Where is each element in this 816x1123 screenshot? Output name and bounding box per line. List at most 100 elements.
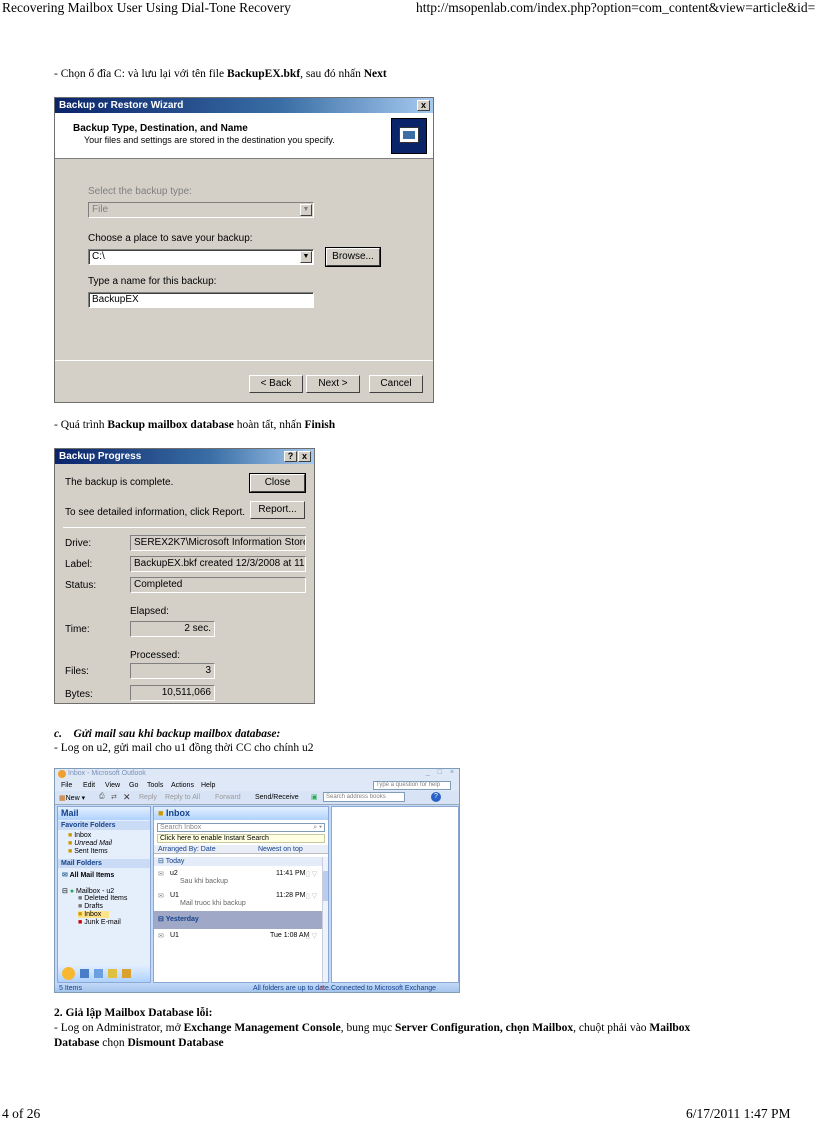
message-time: 11:41 PM bbox=[276, 870, 306, 877]
reply-all-button[interactable]: Reply to All bbox=[165, 794, 200, 801]
status-label: Status: bbox=[65, 580, 97, 591]
fav-unread-mail[interactable]: ■ Unread Mail bbox=[68, 840, 112, 847]
folders-icon[interactable] bbox=[122, 969, 131, 978]
message-row[interactable]: ✉ U1 Tue 1:08 AM ▯ ▽ bbox=[158, 931, 320, 949]
search-inbox-input[interactable]: Search Inbox ⌕ ▾ bbox=[157, 823, 325, 832]
instruction-send-mail: - Log on u2, gửi mail cho u1 đồng thời C… bbox=[54, 742, 314, 754]
help-icon[interactable]: ? bbox=[284, 451, 297, 462]
mail-nav-icon[interactable] bbox=[62, 967, 75, 980]
backup-wizard-icon bbox=[391, 118, 427, 154]
list-scrollbar[interactable] bbox=[322, 857, 328, 982]
wizard-heading: Backup Type, Destination, and Name bbox=[73, 123, 248, 134]
instant-search-banner[interactable]: Click here to enable Instant Search bbox=[157, 834, 325, 843]
wizard-subheading: Your files and settings are stored in th… bbox=[84, 135, 335, 145]
menu-go[interactable]: Go bbox=[129, 782, 138, 789]
all-mail-items[interactable]: ✉ All Mail Items bbox=[62, 871, 114, 879]
folder-drafts[interactable]: ■ Drafts bbox=[78, 903, 103, 910]
bytes-value: 10,511,066 bbox=[130, 685, 215, 701]
status-connection[interactable]: Connected to Microsoft Exchange bbox=[331, 983, 436, 992]
flag-icon[interactable]: ▯ ▽ bbox=[306, 932, 317, 940]
menu-view[interactable]: View bbox=[105, 782, 120, 789]
search-address-input[interactable]: Search address books bbox=[323, 792, 405, 802]
next-button[interactable]: Next > bbox=[306, 375, 360, 393]
flag-icon[interactable]: ▯ ▽ bbox=[306, 892, 317, 900]
inbox-pane: ■ Inbox Search Inbox ⌕ ▾ Click here to en… bbox=[153, 806, 329, 983]
mail-nav-title: Mail bbox=[58, 807, 150, 820]
fav-sent-items[interactable]: ■ Sent Items bbox=[68, 848, 108, 855]
message-row[interactable]: ✉ U1 11:28 PM ▯ ▽ Mail truoc khi backup bbox=[158, 891, 320, 909]
close-button[interactable]: Close bbox=[249, 473, 306, 493]
outlook-app-icon bbox=[58, 770, 66, 778]
label-value: BackupEX.bkf created 12/3/2008 at 11:37 … bbox=[130, 556, 306, 572]
browse-button[interactable]: Browse... bbox=[325, 247, 381, 267]
message-row[interactable]: ✉ u2 11:41 PM ▯ ▽ Sau khi backup bbox=[158, 869, 320, 887]
backup-place-select[interactable]: C:\ ▼ bbox=[88, 249, 314, 265]
close-icon[interactable]: x bbox=[417, 100, 430, 111]
cancel-button[interactable]: Cancel bbox=[369, 375, 423, 393]
group-yesterday[interactable]: ⊟ Yesterday bbox=[154, 911, 322, 929]
page-header-url: http://msopenlab.com/index.php?option=co… bbox=[416, 0, 816, 15]
close-icon[interactable]: x bbox=[298, 451, 311, 462]
folder-deleted-items[interactable]: ■ Deleted Items bbox=[78, 895, 127, 902]
section-c-heading: c. Gửi mail sau khi backup mailbox datab… bbox=[54, 728, 281, 740]
progress-title: Backup Progress bbox=[59, 451, 142, 462]
menu-file[interactable]: File bbox=[61, 782, 72, 789]
reading-pane bbox=[331, 806, 459, 983]
report-button[interactable]: Report... bbox=[250, 501, 305, 519]
arrange-bar[interactable]: Arranged By: Date Newest on top bbox=[154, 845, 328, 854]
menu-tools[interactable]: Tools bbox=[147, 782, 163, 789]
help-icon[interactable]: ? bbox=[431, 792, 441, 802]
tasks-icon[interactable] bbox=[108, 969, 117, 978]
sort-order[interactable]: Newest on top bbox=[258, 845, 303, 854]
envelope-icon: ✉ bbox=[158, 893, 164, 900]
backup-type-label: Select the backup type: bbox=[88, 186, 192, 197]
window-controls-icon[interactable]: _ □ × bbox=[426, 769, 457, 776]
bytes-label: Bytes: bbox=[65, 689, 93, 700]
menu-actions[interactable]: Actions bbox=[171, 782, 194, 789]
mailbox-u2[interactable]: ⊟ ● Mailbox - u2 bbox=[62, 887, 114, 895]
message-subject: Sau khi backup bbox=[180, 878, 228, 885]
elapsed-label: Elapsed: bbox=[130, 606, 169, 617]
folder-junk-email[interactable]: ■ Junk E-mail bbox=[78, 919, 121, 926]
print-datetime: 6/17/2011 1:47 PM bbox=[686, 1106, 791, 1121]
connection-icon: ⚠ bbox=[319, 985, 326, 992]
status-value: Completed bbox=[130, 577, 306, 593]
outlook-title: Inbox - Microsoft Outlook bbox=[68, 770, 146, 777]
arranged-by[interactable]: Arranged By: Date bbox=[158, 845, 216, 854]
menu-edit[interactable]: Edit bbox=[83, 782, 95, 789]
flag-icon[interactable]: ▯ ▽ bbox=[306, 870, 317, 878]
forward-button[interactable]: Forward bbox=[215, 794, 241, 801]
section-2-heading: 2. Giả lập Mailbox Database lỗi: bbox=[54, 1007, 213, 1019]
calendar-icon[interactable] bbox=[80, 969, 89, 978]
wizard-header-panel: Backup Type, Destination, and Name Your … bbox=[55, 113, 433, 159]
move-icon[interactable]: ⇄ bbox=[111, 793, 117, 801]
files-label: Files: bbox=[65, 666, 89, 677]
send-receive-button[interactable]: Send/Receive bbox=[255, 794, 299, 801]
new-button[interactable]: ▦New ▾ bbox=[59, 794, 85, 802]
back-button[interactable]: < Back bbox=[249, 375, 303, 393]
message-from: U1 bbox=[170, 932, 179, 939]
delete-icon[interactable]: ✕ bbox=[123, 792, 131, 803]
reply-button[interactable]: Reply bbox=[139, 794, 157, 801]
message-from: U1 bbox=[170, 892, 179, 899]
address-book-icon[interactable]: ▣ bbox=[311, 793, 318, 801]
contacts-icon[interactable] bbox=[94, 969, 103, 978]
message-from: u2 bbox=[170, 870, 178, 877]
print-icon[interactable]: ⎙ bbox=[99, 793, 105, 801]
menu-help[interactable]: Help bbox=[201, 782, 215, 789]
envelope-icon: ✉ bbox=[158, 933, 164, 940]
group-today[interactable]: ⊟ Today bbox=[154, 857, 322, 866]
outlook-status-bar: 5 Items All folders are up to date. ⚠ Co… bbox=[55, 983, 459, 992]
chevron-down-icon[interactable]: ▼ bbox=[300, 251, 312, 263]
outlook-title-bar: Inbox - Microsoft Outlook _ □ × bbox=[55, 769, 459, 780]
backup-name-field[interactable]: BackupEX bbox=[88, 292, 314, 308]
search-icon[interactable]: ⌕ ▾ bbox=[313, 824, 322, 831]
backup-wizard-window: Backup or Restore Wizard x Backup Type, … bbox=[54, 97, 434, 403]
page-number: 4 of 26 bbox=[2, 1106, 41, 1121]
fav-inbox[interactable]: ■ Inbox bbox=[68, 832, 91, 839]
label-label: Label: bbox=[65, 559, 93, 570]
wizard-title: Backup or Restore Wizard bbox=[59, 100, 184, 111]
help-question-input[interactable]: Type a question for help bbox=[373, 781, 451, 790]
folder-inbox[interactable]: ■ Inbox bbox=[78, 911, 110, 918]
message-subject: Mail truoc khi backup bbox=[180, 900, 246, 907]
